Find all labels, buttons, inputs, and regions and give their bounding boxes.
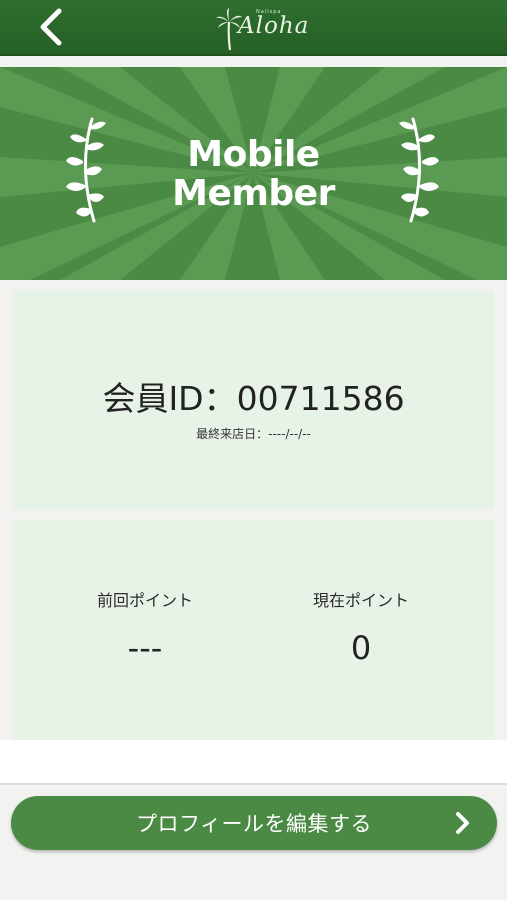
chevron-left-icon — [40, 8, 62, 46]
mobile-member-banner: Mobile Member — [0, 67, 507, 280]
edit-profile-label: プロフィールを編集する — [135, 812, 373, 836]
last-visit-value: ----/--/-- — [268, 427, 311, 441]
banner-title-line2: Member — [172, 173, 335, 214]
last-visit-label: 最終来店日： — [196, 427, 269, 441]
logo-script: Aloha — [238, 13, 310, 39]
member-id-label: 会員ID： — [102, 379, 237, 418]
back-button[interactable] — [30, 5, 74, 49]
current-points: 現在ポイント 0 — [241, 590, 481, 666]
previous-points-label: 前回ポイント — [96, 591, 193, 610]
banner-title: Mobile Member — [0, 135, 507, 213]
member-id: 会員ID：00711586 — [13, 372, 494, 420]
spacer-band — [0, 740, 507, 783]
current-points-value: 0 — [350, 629, 372, 667]
banner-title-line1: Mobile — [187, 134, 320, 175]
last-visit: 最終来店日：----/--/-- — [13, 425, 494, 442]
previous-points: 前回ポイント --- — [25, 590, 265, 666]
app-header: Nailspa Aloha — [0, 0, 507, 56]
member-id-value: 00711586 — [236, 379, 405, 418]
brand-logo: Nailspa Aloha — [216, 4, 308, 50]
edit-profile-button[interactable]: プロフィールを編集する — [11, 796, 497, 850]
chevron-right-icon — [456, 812, 469, 834]
previous-points-value: --- — [127, 629, 163, 667]
current-points-label: 現在ポイント — [312, 591, 409, 610]
divider — [0, 783, 507, 785]
points-panel: 前回ポイント --- 現在ポイント 0 — [13, 519, 494, 740]
member-id-panel: 会員ID：00711586 最終来店日：----/--/-- — [13, 290, 494, 510]
